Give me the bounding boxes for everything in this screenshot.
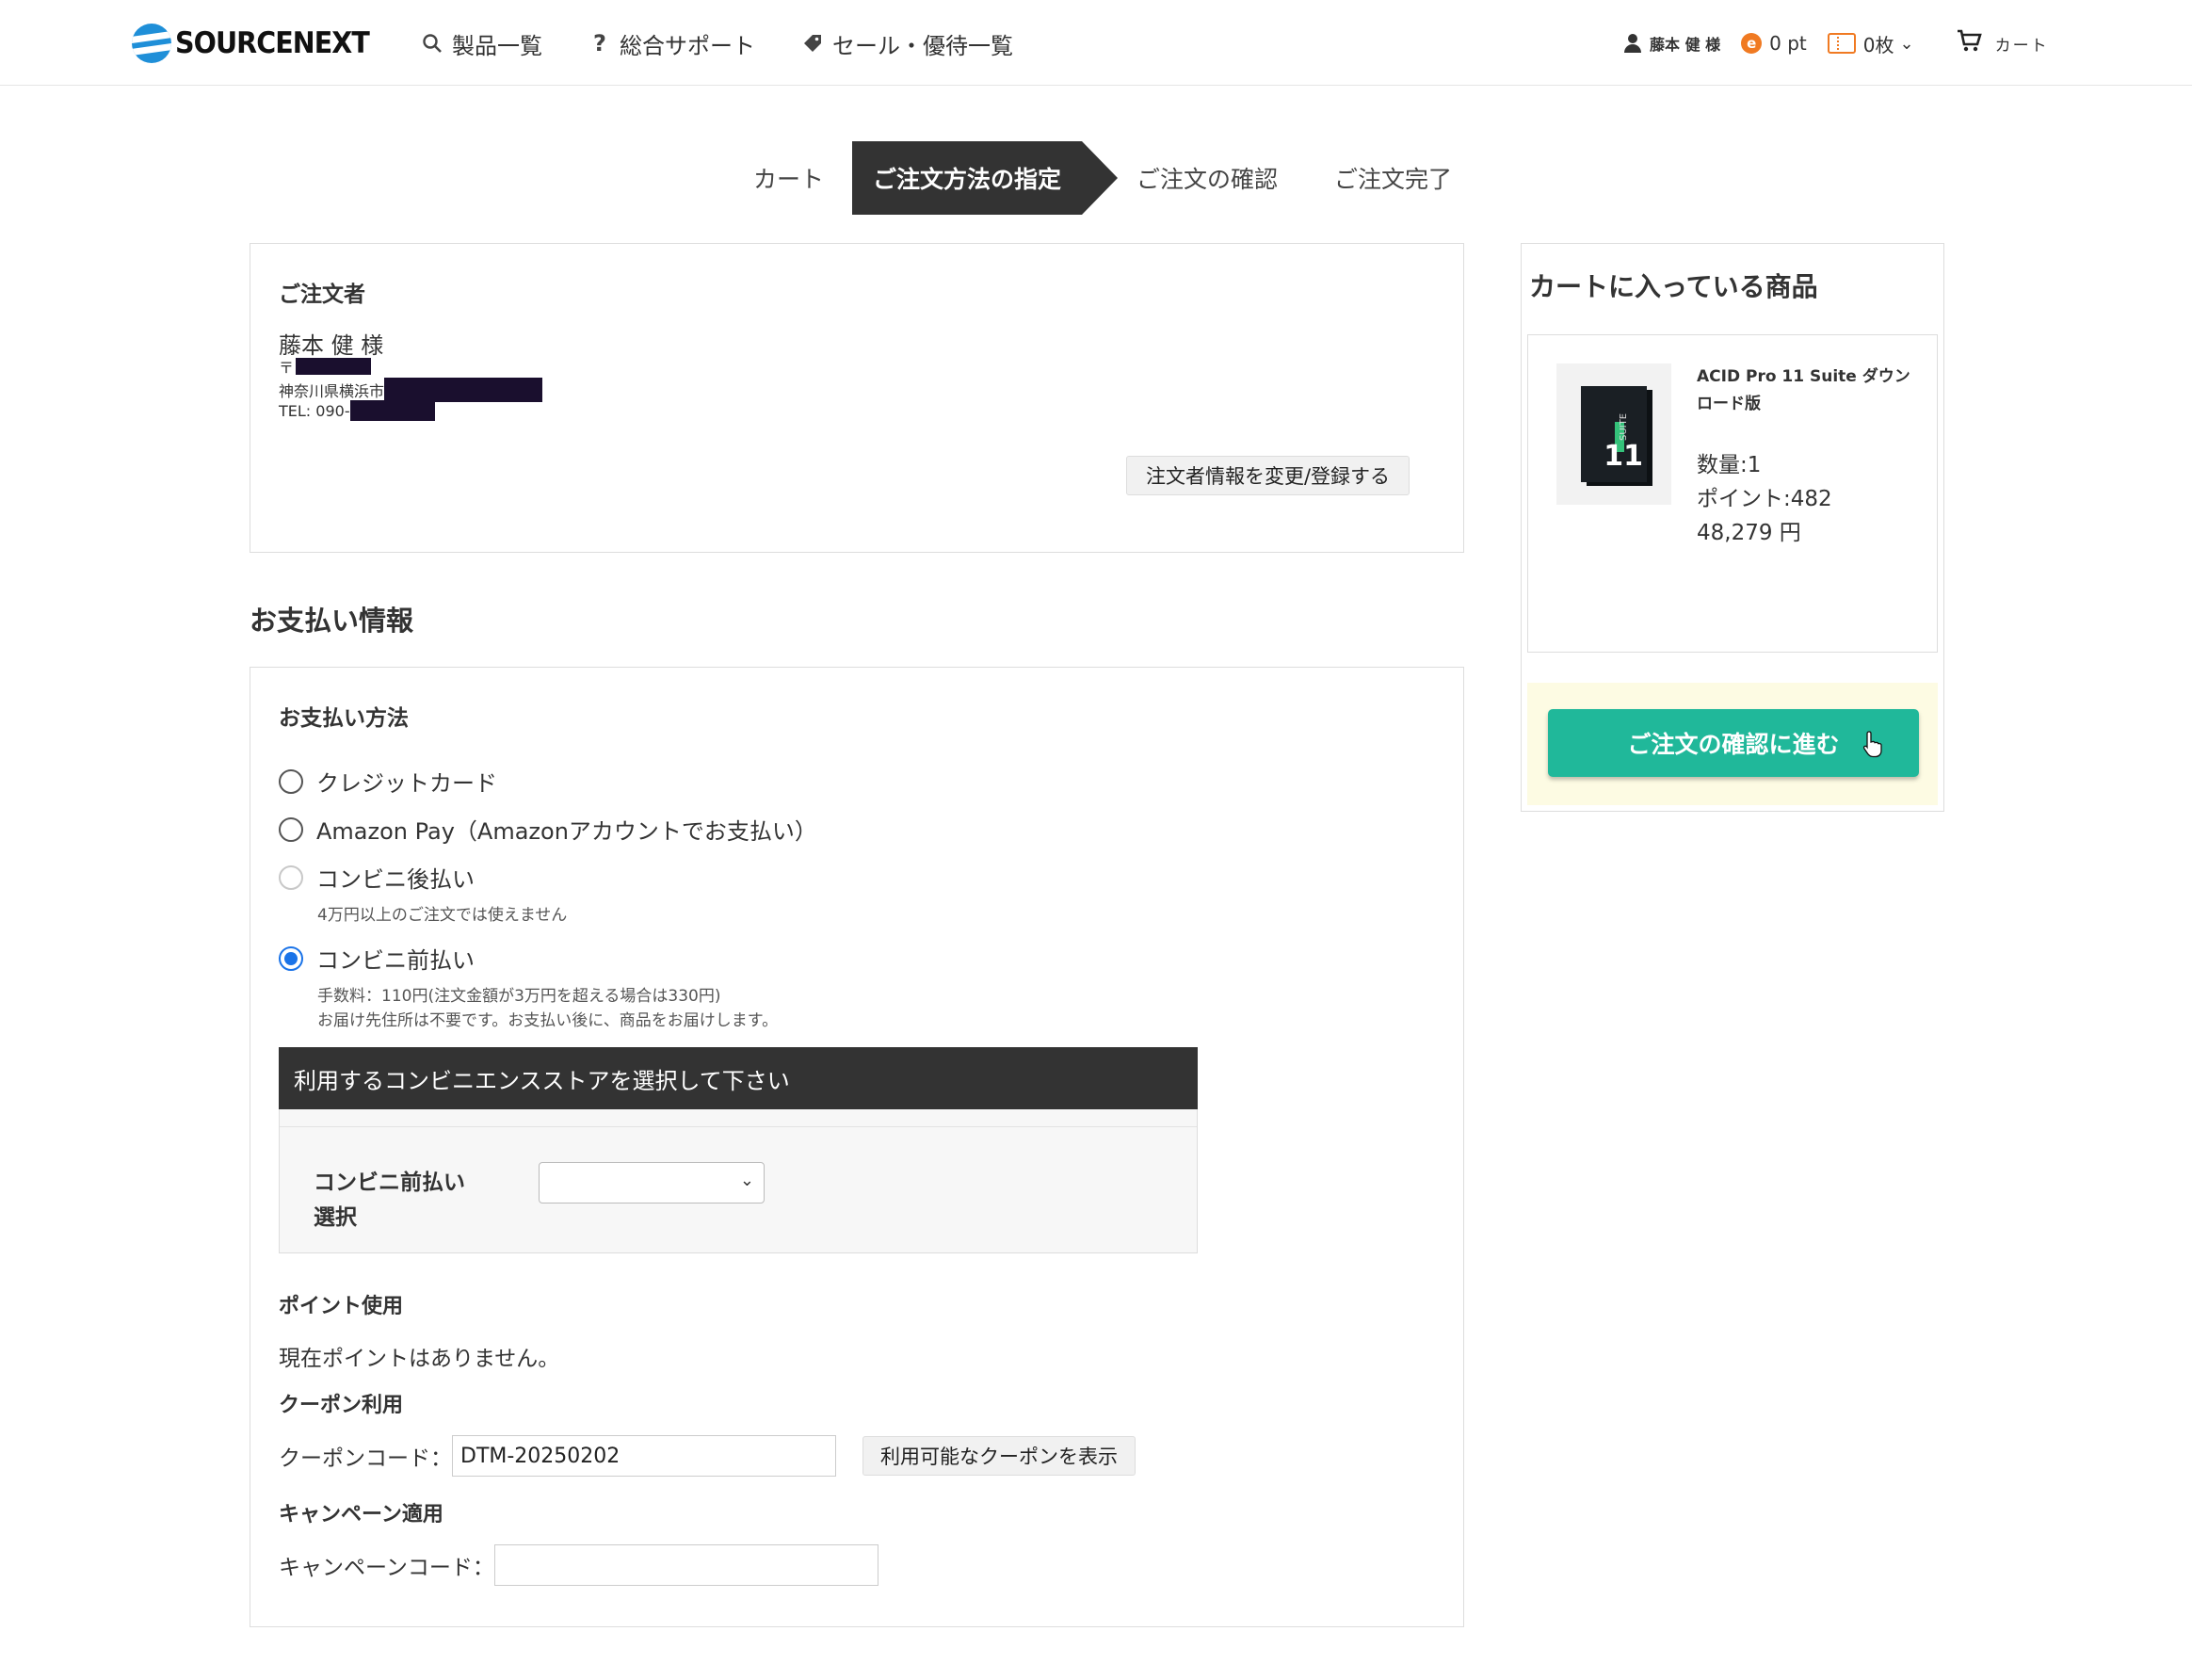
ticket-dropdown[interactable]: 0枚 ⌄ bbox=[1827, 30, 1914, 57]
prepay-fee-note: 手数料：110円(注文金額が3万円を超える場合は330円) bbox=[317, 987, 721, 1006]
product-box-suite: SUITE bbox=[1619, 412, 1629, 441]
payment-section: お支払い方法 クレジットカード Amazon Pay（Amazonアカウントでお… bbox=[250, 667, 1464, 1627]
site-header: SOURCENEXT 製品一覧 ? 総合サポート セール・優待一覧 藤本 健 様… bbox=[0, 0, 2192, 86]
sourcenext-logo[interactable]: SOURCENEXT bbox=[132, 23, 386, 64]
nav-products[interactable]: 製品一覧 bbox=[420, 27, 542, 60]
store-select-label: コンビニ前払い選択 bbox=[314, 1171, 465, 1230]
option-convenience-prepay[interactable]: コンビニ前払い bbox=[279, 942, 475, 975]
chevron-down-icon: ⌄ bbox=[1899, 33, 1914, 54]
step-confirm: ご注文の確認 bbox=[1136, 166, 1279, 193]
coupon-code-input[interactable]: DTM-20250202 bbox=[452, 1435, 836, 1477]
store-select-panel: コンビニ前払い選択 ⌄ bbox=[279, 1109, 1198, 1253]
product-box-art: SUITE 11 bbox=[1581, 386, 1647, 482]
campaign-row: キャンペーンコード： bbox=[279, 1544, 878, 1586]
cart-link[interactable]: カート bbox=[1956, 27, 2049, 60]
ticket-icon bbox=[1827, 33, 1856, 54]
point-coin-icon: e bbox=[1741, 33, 1763, 54]
product-name[interactable]: ACID Pro 11 Suite ダウンロード版 bbox=[1697, 363, 1913, 418]
hand-cursor-icon bbox=[1862, 731, 1882, 758]
cart-product-card: SUITE 11 ACID Pro 11 Suite ダウンロード版 数量:1 … bbox=[1527, 334, 1938, 653]
nav-support-label: 総合サポート bbox=[620, 32, 755, 59]
product-points: ポイント:482 bbox=[1697, 487, 1832, 511]
prepay-delivery-note: お届け先住所は不要です。お支払い後に、商品をお届けします。 bbox=[317, 1011, 779, 1030]
header-account-area: 藤本 健 様 e 0 pt 0枚 ⌄ カート bbox=[1621, 26, 2070, 60]
orderer-address: 神奈川県横浜市 bbox=[279, 378, 543, 402]
user-icon bbox=[1621, 32, 1644, 55]
radio-credit-card[interactable] bbox=[279, 768, 303, 794]
tag-icon bbox=[800, 31, 825, 56]
cart-sidebar-title: カートに入っている商品 bbox=[1529, 271, 1818, 302]
campaign-code-input[interactable] bbox=[493, 1544, 878, 1586]
step-complete: ご注文完了 bbox=[1334, 166, 1453, 193]
logo-mark-icon bbox=[132, 24, 171, 63]
postpay-note: 4万円以上のご注文では使えません bbox=[317, 906, 568, 925]
ticket-count: 0枚 bbox=[1862, 33, 1894, 57]
points-indicator[interactable]: e 0 pt bbox=[1741, 32, 1807, 55]
cart-icon bbox=[1956, 27, 1982, 60]
proceed-to-confirm-label: ご注文の確認に進む bbox=[1627, 731, 1840, 758]
payment-heading: お支払い情報 bbox=[250, 605, 414, 637]
user-name: 藤本 健 様 bbox=[1650, 36, 1721, 54]
cta-area: ご注文の確認に進む bbox=[1527, 683, 1938, 805]
radio-convenience-prepay[interactable] bbox=[279, 945, 303, 971]
question-icon: ? bbox=[593, 30, 606, 57]
payment-method-title: お支払い方法 bbox=[279, 706, 409, 731]
option-convenience-postpay: コンビニ後払い bbox=[279, 861, 475, 894]
nav-support[interactable]: ? 総合サポート bbox=[588, 27, 755, 60]
nav-sale[interactable]: セール・優待一覧 bbox=[800, 27, 1013, 60]
radio-amazon-pay[interactable] bbox=[279, 816, 303, 842]
option-credit-card[interactable]: クレジットカード bbox=[279, 765, 497, 798]
cart-label: カート bbox=[1994, 36, 2049, 56]
store-select-bar: 利用するコンビニエンスストアを選択して下さい bbox=[279, 1047, 1198, 1109]
logo-text: SOURCENEXT bbox=[175, 26, 370, 60]
coupon-label: クーポンコード： bbox=[279, 1446, 452, 1471]
coupon-row: クーポンコード： DTM-20250202 利用可能なクーポンを表示 bbox=[279, 1435, 1136, 1477]
option-convenience-prepay-label: コンビニ前払い bbox=[316, 947, 475, 974]
coupon-title: クーポン利用 bbox=[279, 1394, 404, 1417]
option-convenience-postpay-label: コンビニ後払い bbox=[316, 866, 475, 893]
product-price: 48,279 円 bbox=[1697, 521, 1801, 545]
orderer-section: ご注文者 藤本 健 様 〒 神奈川県横浜市 TEL: 090- 注文者情報を変更… bbox=[250, 243, 1464, 553]
postal-prefix: 〒 bbox=[279, 359, 295, 377]
orderer-postal: 〒 bbox=[279, 355, 372, 378]
cart-sidebar: カートに入っている商品 SUITE 11 ACID Pro 11 Suite ダ… bbox=[1521, 243, 1944, 812]
product-image[interactable]: SUITE 11 bbox=[1556, 363, 1671, 505]
option-amazon-pay-label: Amazon Pay（Amazonアカウントでお支払い） bbox=[316, 818, 817, 845]
nav-sale-label: セール・優待一覧 bbox=[832, 32, 1013, 59]
option-amazon-pay[interactable]: Amazon Pay（Amazonアカウントでお支払い） bbox=[279, 813, 817, 846]
panel-divider bbox=[280, 1126, 1197, 1127]
points-text: 現在ポイントはありません。 bbox=[279, 1347, 560, 1371]
step-cart: カート bbox=[753, 166, 825, 193]
radio-convenience-postpay bbox=[279, 864, 303, 890]
nav-products-label: 製品一覧 bbox=[452, 32, 542, 59]
product-quantity: 数量:1 bbox=[1697, 453, 1762, 477]
product-box-number: 11 bbox=[1604, 440, 1643, 473]
campaign-title: キャンペーン適用 bbox=[279, 1503, 443, 1527]
option-credit-card-label: クレジットカード bbox=[316, 770, 497, 797]
address-prefix: 神奈川県横浜市 bbox=[279, 382, 385, 400]
orderer-title: ご注文者 bbox=[279, 283, 365, 307]
main-nav: 製品一覧 ? 総合サポート セール・優待一覧 bbox=[420, 24, 1058, 62]
tel-prefix: TEL: 090- bbox=[279, 401, 350, 420]
points-title: ポイント使用 bbox=[279, 1295, 404, 1318]
checkout-steps: カート ご注文方法の指定 ご注文の確認 ご注文完了 bbox=[725, 141, 1480, 215]
search-icon bbox=[420, 31, 444, 56]
campaign-label: キャンペーンコード： bbox=[279, 1556, 494, 1580]
edit-orderer-button[interactable]: 注文者情報を変更/登録する bbox=[1126, 456, 1410, 495]
redacted-block bbox=[296, 358, 372, 375]
points-value: 0 pt bbox=[1769, 32, 1807, 55]
store-select-dropdown[interactable]: ⌄ bbox=[539, 1162, 765, 1203]
show-coupons-button[interactable]: 利用可能なクーポンを表示 bbox=[862, 1436, 1136, 1476]
redacted-block bbox=[384, 378, 543, 402]
orderer-tel: TEL: 090- bbox=[279, 400, 435, 421]
redacted-block bbox=[349, 400, 435, 421]
chevron-down-icon: ⌄ bbox=[739, 1171, 754, 1190]
user-menu[interactable]: 藤本 健 様 bbox=[1621, 32, 1720, 55]
step-order-method: ご注文方法の指定 bbox=[852, 141, 1119, 215]
